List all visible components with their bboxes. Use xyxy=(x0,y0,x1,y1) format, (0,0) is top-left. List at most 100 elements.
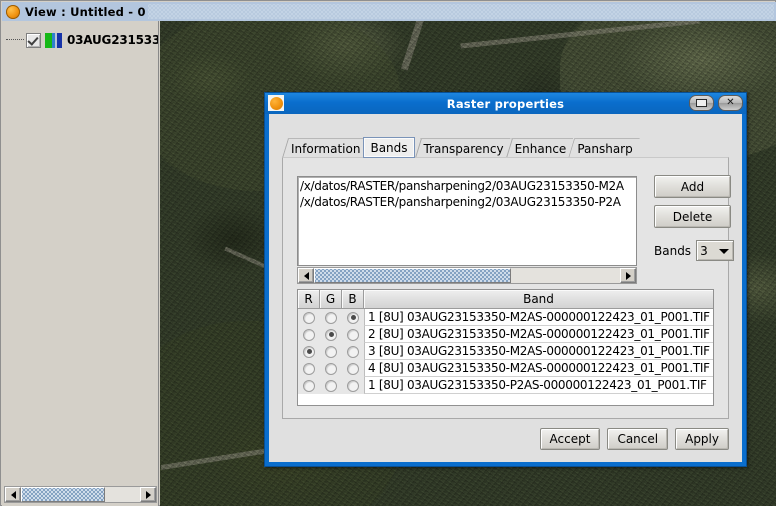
scroll-right-button[interactable] xyxy=(140,487,156,502)
accept-button[interactable]: Accept xyxy=(539,428,601,450)
layer-tree: 03AUG231533 xyxy=(2,21,158,484)
bands-count-row: Bands 3 xyxy=(654,240,735,261)
radio-b[interactable] xyxy=(347,362,359,375)
dialog-tabbar: Information Bands Transparency Enhance P… xyxy=(282,137,729,158)
radio-r[interactable] xyxy=(303,345,315,358)
radio-g[interactable] xyxy=(325,328,337,341)
cell-r[interactable] xyxy=(298,309,320,326)
cell-g[interactable] xyxy=(320,309,342,326)
delete-button[interactable]: Delete xyxy=(654,205,731,228)
chevron-left-icon xyxy=(10,490,16,499)
radio-b[interactable] xyxy=(347,311,359,324)
chevron-right-icon xyxy=(625,271,631,280)
list-item[interactable]: /x/datos/RASTER/pansharpening2/03AUG2315… xyxy=(298,178,636,194)
radio-g[interactable] xyxy=(325,345,337,358)
tab-label: Bands xyxy=(370,140,408,155)
tree-elbow-line xyxy=(6,39,24,41)
dialog-window-buttons: ✕ xyxy=(689,95,743,111)
chevron-right-icon xyxy=(145,490,151,499)
cell-r[interactable] xyxy=(298,377,320,394)
radio-b[interactable] xyxy=(347,379,359,392)
cell-band-name: 4 [8U] 03AUG23153350-M2AS-000000122423_0… xyxy=(364,360,713,377)
cell-b[interactable] xyxy=(342,309,364,326)
layer-tree-panel: 03AUG231533 xyxy=(2,21,159,506)
tab-label: Transparency xyxy=(423,141,504,156)
dialog-body: Information Bands Transparency Enhance P… xyxy=(269,114,742,462)
band-assignment-table: R G B Band 1 [8U] 03AUG23153350-M2AS-000… xyxy=(297,289,714,406)
bands-count-label: Bands xyxy=(654,243,692,258)
cell-band-name: 3 [8U] 03AUG23153350-M2AS-000000122423_0… xyxy=(364,343,713,360)
dialog-footer: Accept Cancel Apply xyxy=(539,428,729,450)
cell-g[interactable] xyxy=(320,343,342,360)
scroll-right-button[interactable] xyxy=(620,268,636,283)
cell-band-name: 1 [8U] 03AUG23153350-P2AS-000000122423_0… xyxy=(364,377,713,394)
cell-g[interactable] xyxy=(320,377,342,394)
table-row[interactable]: 1 [8U] 03AUG23153350-M2AS-000000122423_0… xyxy=(298,309,713,326)
radio-g[interactable] xyxy=(325,311,337,324)
cell-b[interactable] xyxy=(342,377,364,394)
add-button[interactable]: Add xyxy=(654,175,731,198)
table-row[interactable]: 3 [8U] 03AUG23153350-M2AS-000000122423_0… xyxy=(298,343,713,360)
table-row[interactable]: 4 [8U] 03AUG23153350-M2AS-000000122423_0… xyxy=(298,360,713,377)
table-row[interactable]: 1 [8U] 03AUG23153350-P2AS-000000122423_0… xyxy=(298,377,713,394)
cancel-button[interactable]: Cancel xyxy=(607,428,669,450)
raster-file-list[interactable]: /x/datos/RASTER/pansharpening2/03AUG2315… xyxy=(297,176,637,266)
cell-b[interactable] xyxy=(342,343,364,360)
chevron-down-icon xyxy=(719,248,730,254)
tree-item-layer[interactable]: 03AUG231533 xyxy=(6,29,158,51)
cell-r[interactable] xyxy=(298,326,320,343)
cell-r[interactable] xyxy=(298,360,320,377)
list-item[interactable]: /x/datos/RASTER/pansharpening2/03AUG2315… xyxy=(298,194,636,210)
view-titlebar[interactable]: View : Untitled - 0 xyxy=(2,2,776,21)
radio-g[interactable] xyxy=(325,379,337,392)
scroll-track[interactable] xyxy=(21,487,140,502)
tab-bands[interactable]: Bands xyxy=(363,137,415,158)
radio-r[interactable] xyxy=(303,311,315,324)
bands-count-select[interactable]: 3 xyxy=(696,240,735,261)
cell-g[interactable] xyxy=(320,360,342,377)
radio-r[interactable] xyxy=(303,362,315,375)
radio-r[interactable] xyxy=(303,328,315,341)
close-icon: ✕ xyxy=(726,97,735,108)
view-title: View : Untitled - 0 xyxy=(25,4,146,19)
file-list-horizontal-scrollbar[interactable] xyxy=(297,267,637,284)
bands-tab-panel: /x/datos/RASTER/pansharpening2/03AUG2315… xyxy=(282,157,735,419)
cell-b[interactable] xyxy=(342,326,364,343)
tab-label: Enhance xyxy=(514,141,567,156)
close-button[interactable]: ✕ xyxy=(718,95,743,111)
cell-band-name: 2 [8U] 03AUG23153350-M2AS-000000122423_0… xyxy=(364,326,713,343)
cell-g[interactable] xyxy=(320,326,342,343)
scroll-left-button[interactable] xyxy=(298,268,314,283)
scroll-thumb[interactable] xyxy=(21,487,105,502)
screen: View : Untitled - 0 03AUG231533 Raster p… xyxy=(0,0,776,506)
scroll-track[interactable] xyxy=(314,268,620,283)
dialog-titlebar[interactable]: Raster properties ✕ xyxy=(265,93,746,114)
table-row[interactable]: 2 [8U] 03AUG23153350-M2AS-000000122423_0… xyxy=(298,326,713,343)
cell-r[interactable] xyxy=(298,343,320,360)
radio-b[interactable] xyxy=(347,328,359,341)
apply-button[interactable]: Apply xyxy=(675,428,729,450)
restore-button[interactable] xyxy=(689,95,714,111)
tab-information[interactable]: Information xyxy=(282,138,367,158)
scroll-left-button[interactable] xyxy=(5,487,21,502)
layer-visibility-checkbox[interactable] xyxy=(26,32,41,48)
tab-label: Pansharp xyxy=(577,141,633,156)
raster-properties-dialog: Raster properties ✕ Information Bands Tr… xyxy=(264,92,747,467)
layer-color-swatch xyxy=(45,32,62,48)
tab-pansharp[interactable]: Pansharp xyxy=(568,138,639,158)
radio-g[interactable] xyxy=(325,362,337,375)
bands-count-value: 3 xyxy=(700,243,708,258)
restore-icon xyxy=(696,99,707,107)
tab-label: Information xyxy=(291,141,361,156)
table-header-row: R G B Band xyxy=(298,290,713,309)
cell-b[interactable] xyxy=(342,360,364,377)
column-header-g: G xyxy=(320,290,342,308)
tab-transparency[interactable]: Transparency xyxy=(415,138,511,158)
radio-b[interactable] xyxy=(347,345,359,358)
scroll-thumb[interactable] xyxy=(314,268,511,283)
globe-icon xyxy=(268,95,284,111)
tree-horizontal-scrollbar[interactable] xyxy=(4,486,157,503)
radio-r[interactable] xyxy=(303,379,315,392)
tab-enhance[interactable]: Enhance xyxy=(506,138,574,158)
column-header-r: R xyxy=(298,290,320,308)
